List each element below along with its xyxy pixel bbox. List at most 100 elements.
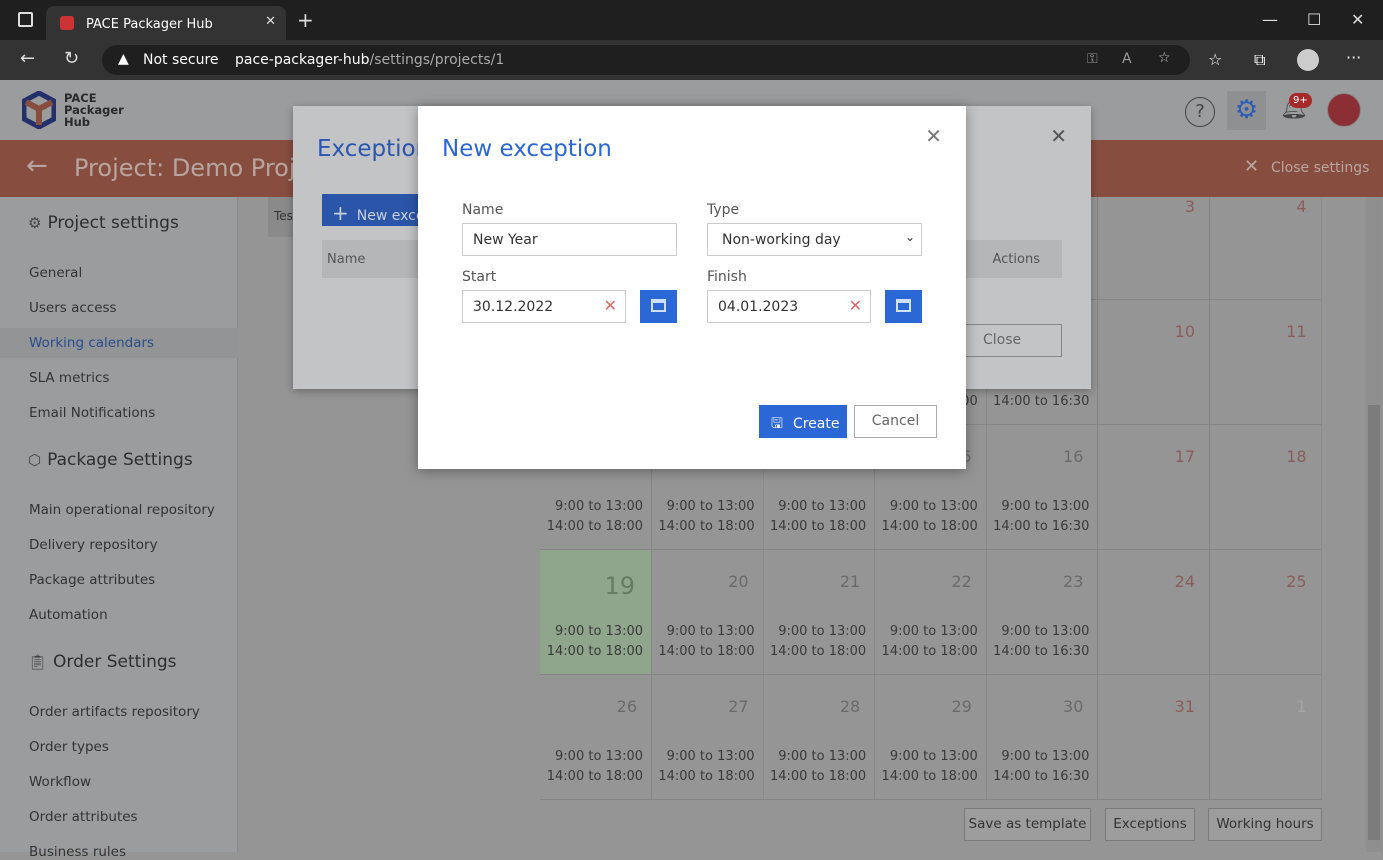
minimize-icon[interactable]: — bbox=[1262, 10, 1278, 29]
sidebar-item[interactable]: SLA metrics bbox=[29, 370, 109, 386]
sidebar-item[interactable]: Order attributes bbox=[29, 809, 138, 825]
close-button[interactable]: Close bbox=[960, 324, 1062, 357]
more-icon[interactable]: ··· bbox=[1346, 48, 1361, 67]
calendar-day[interactable]: 20 9:00 to 13:00 14:00 to 18:00 bbox=[651, 550, 764, 675]
clear-icon[interactable]: ✕ bbox=[604, 296, 617, 315]
save-as-template-button[interactable]: Save as template bbox=[964, 808, 1091, 841]
sidebar-item[interactable]: Working calendars bbox=[0, 328, 238, 358]
tab-close-icon[interactable]: ✕ bbox=[265, 14, 276, 29]
calendar-day[interactable]: 24 bbox=[1098, 550, 1210, 675]
user-avatar[interactable] bbox=[1327, 93, 1361, 127]
working-hours: 9:00 to 13:0014:00 to 18:00 bbox=[769, 749, 867, 784]
cancel-button[interactable]: Cancel bbox=[854, 405, 937, 438]
security-label[interactable]: Not secure bbox=[143, 52, 219, 68]
sidebar-section-heading: ⚙ Project settings bbox=[28, 213, 179, 233]
day-number: 31 bbox=[1174, 697, 1195, 716]
calendar-day[interactable]: 17 bbox=[1098, 425, 1210, 550]
sidebar-item[interactable]: Workflow bbox=[29, 774, 91, 790]
type-select[interactable]: Non-working day ⌄ bbox=[707, 223, 922, 256]
calendar-day[interactable]: 18 bbox=[1209, 425, 1322, 550]
calendar-day[interactable]: 1 bbox=[1209, 675, 1322, 800]
calendar-day[interactable]: 22 9:00 to 13:00 14:00 to 18:00 bbox=[874, 550, 987, 675]
close-icon[interactable]: ✕ bbox=[925, 124, 942, 148]
day-number: 22 bbox=[951, 572, 972, 591]
calendar-day[interactable]: 28 9:00 to 13:0014:00 to 18:00 bbox=[763, 675, 876, 800]
day-number: 19 bbox=[604, 572, 635, 600]
close-icon[interactable]: ✕ bbox=[1050, 124, 1067, 148]
back-arrow-icon[interactable]: ← bbox=[26, 151, 48, 181]
calendar-day[interactable]: 25 bbox=[1209, 550, 1322, 675]
url-host: pace-packager-hub bbox=[235, 52, 370, 68]
sidebar-item[interactable]: Main operational repository bbox=[29, 502, 215, 518]
url-input[interactable]: ▲ Not secure pace-packager-hub/settings/… bbox=[102, 45, 1190, 75]
settings-gear-icon[interactable]: ⚙ bbox=[1227, 91, 1266, 130]
working-hours: 9:00 to 13:0014:00 to 18:00 bbox=[769, 624, 867, 659]
key-icon[interactable]: ⚿ bbox=[1087, 51, 1098, 67]
working-hours: 9:00 to 13:0014:00 to 18:00 bbox=[769, 499, 867, 534]
add-favorite-icon[interactable]: ☆ bbox=[1158, 50, 1171, 66]
day-number: 16 bbox=[1063, 447, 1084, 466]
close-window-icon[interactable]: ✕ bbox=[1351, 10, 1364, 29]
day-number: 3 bbox=[1184, 197, 1195, 216]
calendar-day[interactable]: 31 bbox=[1098, 675, 1210, 800]
favorites-icon[interactable]: ☆ bbox=[1208, 50, 1222, 69]
refresh-icon[interactable]: ↻ bbox=[64, 48, 79, 69]
column-header-name: Name bbox=[327, 252, 366, 267]
collections-icon[interactable]: ⧉ bbox=[1254, 50, 1265, 70]
clear-icon[interactable]: ✕ bbox=[849, 296, 862, 315]
calendar-day[interactable]: 10 bbox=[1098, 300, 1210, 425]
sidebar-item[interactable]: Automation bbox=[29, 607, 108, 623]
maximize-icon[interactable]: ☐ bbox=[1307, 10, 1321, 29]
notification-badge: 9+ bbox=[1289, 93, 1312, 108]
start-calendar-button[interactable] bbox=[640, 290, 677, 323]
sidebar-item[interactable]: Package attributes bbox=[29, 572, 155, 588]
sidebar-item[interactable]: Order artifacts repository bbox=[29, 704, 200, 720]
browser-tab[interactable]: PACE Packager Hub ✕ bbox=[46, 6, 286, 40]
calendar-day[interactable]: 23 9:00 to 13:00 14:00 to 16:30 bbox=[986, 550, 1099, 675]
type-label: Type bbox=[707, 202, 740, 218]
calendar-day[interactable]: 19 9:00 to 13:00 14:00 to 18:00 bbox=[540, 550, 652, 675]
sidebar-item[interactable]: Delivery repository bbox=[29, 537, 158, 553]
read-aloud-icon[interactable]: A bbox=[1122, 51, 1132, 67]
day-number: 10 bbox=[1174, 322, 1195, 341]
finish-calendar-button[interactable] bbox=[885, 290, 922, 323]
working-hours-button[interactable]: Working hours bbox=[1208, 808, 1322, 841]
working-hours: 9:00 to 13:0014:00 to 18:00 bbox=[546, 624, 643, 659]
close-settings-icon[interactable]: ✕ bbox=[1244, 156, 1259, 177]
calendar-icon bbox=[896, 299, 911, 312]
calendar-day[interactable]: 29 9:00 to 13:0014:00 to 18:00 bbox=[874, 675, 987, 800]
calendar-day[interactable]: 16 9:00 to 13:00 14:00 to 16:30 bbox=[986, 425, 1099, 550]
calendar-day[interactable]: 30 9:00 to 13:00 14:00 to 16:30 bbox=[986, 675, 1099, 800]
profile-icon[interactable] bbox=[1297, 49, 1319, 71]
sidebar-item[interactable]: General bbox=[29, 265, 82, 281]
calendar-day[interactable]: 27 9:00 to 13:00 14:00 to 18:00 bbox=[651, 675, 764, 800]
close-settings-button[interactable]: Close settings bbox=[1271, 160, 1369, 176]
calendar-day[interactable]: 21 9:00 to 13:00 14:00 to 18:00 bbox=[763, 550, 876, 675]
finish-date-input[interactable]: 04.01.2023 ✕ bbox=[707, 290, 871, 323]
new-tab-icon[interactable]: + bbox=[297, 8, 314, 32]
day-number: 29 bbox=[951, 697, 972, 716]
create-button[interactable]: 🖫 Create bbox=[759, 405, 847, 438]
tab-actions-icon[interactable] bbox=[18, 12, 33, 27]
day-number: 20 bbox=[728, 572, 749, 591]
sidebar-item[interactable]: Users access bbox=[29, 300, 117, 316]
sidebar-item[interactable]: Order types bbox=[29, 739, 109, 755]
calendar-day[interactable]: 26 9:00 to 13:00 14:00 to 18:00 bbox=[540, 675, 652, 800]
working-hours: 9:00 to 13:0014:00 to 18:00 bbox=[546, 499, 643, 534]
start-date-input[interactable]: 30.12.2022 ✕ bbox=[462, 290, 626, 323]
exceptions-button[interactable]: Exceptions bbox=[1105, 808, 1195, 841]
back-icon[interactable]: ← bbox=[20, 48, 35, 69]
working-hours: 9:00 to 13:0014:00 to 16:30 bbox=[993, 499, 1090, 534]
name-input[interactable]: New Year bbox=[462, 223, 677, 256]
day-number: 18 bbox=[1286, 447, 1307, 466]
working-hours: 9:00 to 13:0014:00 to 18:00 bbox=[658, 624, 755, 659]
help-icon[interactable]: ? bbox=[1185, 97, 1215, 127]
day-number: 28 bbox=[839, 697, 861, 716]
scrollbar-thumb[interactable] bbox=[1368, 405, 1380, 840]
day-number: 23 bbox=[1063, 572, 1084, 591]
sidebar-item[interactable]: Business rules bbox=[29, 844, 126, 860]
calendar-day[interactable]: 11 bbox=[1209, 300, 1322, 425]
logo-icon bbox=[22, 91, 56, 129]
sidebar-item[interactable]: Email Notifications bbox=[29, 405, 155, 421]
scrollbar[interactable] bbox=[1366, 197, 1382, 852]
